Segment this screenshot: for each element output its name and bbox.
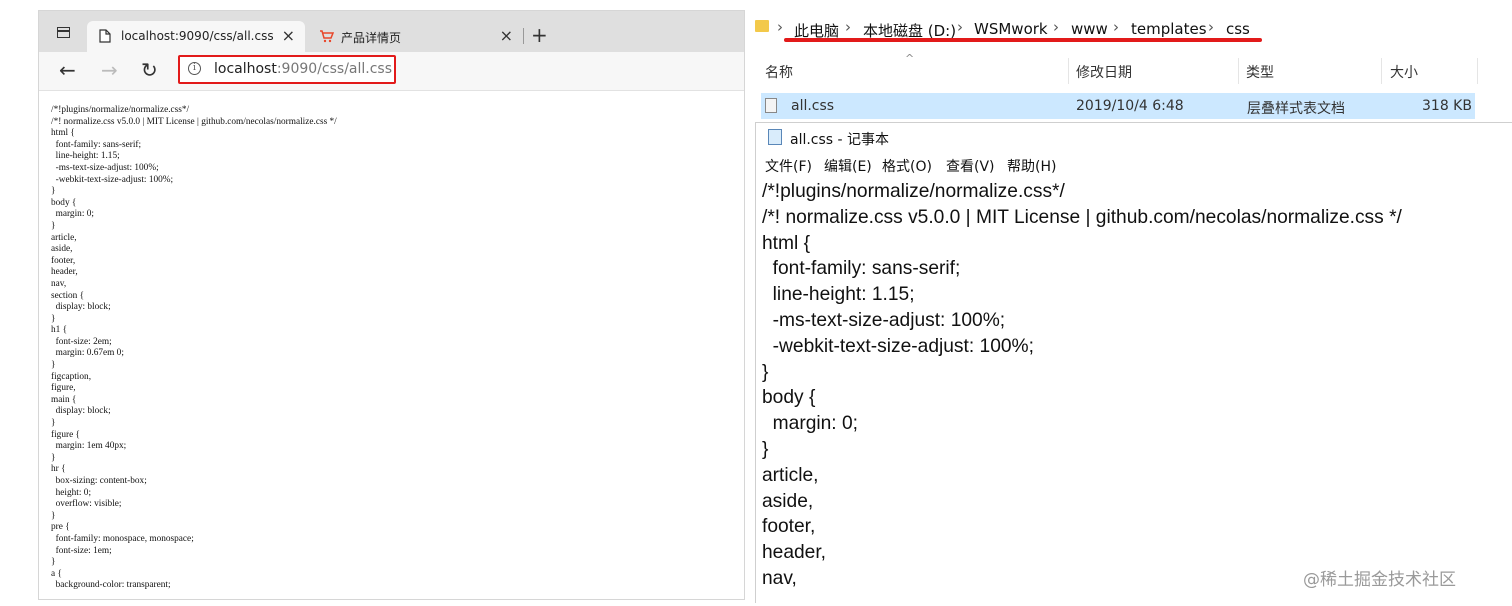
watermark: @稀土掘金技术社区 (1303, 570, 1456, 590)
breadcrumb-css[interactable]: css (1226, 20, 1250, 38)
chevron-right-icon: › (777, 18, 783, 36)
info-icon[interactable]: i (188, 62, 201, 75)
chevron-right-icon: › (1113, 18, 1119, 36)
back-button[interactable]: ← (59, 58, 76, 82)
tab-bar: localhost:9090/css/all.css × 产品详情页 × + (39, 11, 744, 52)
breadcrumb-www[interactable]: www (1071, 20, 1108, 38)
close-tab-icon[interactable]: × (500, 26, 513, 45)
column-modified[interactable]: 修改日期 (1076, 62, 1132, 82)
column-divider[interactable] (1238, 58, 1239, 84)
chevron-right-icon: › (845, 18, 851, 36)
close-tab-icon[interactable]: × (282, 26, 295, 45)
forward-button[interactable]: → (101, 58, 118, 82)
page-content-css: /*!plugins/normalize/normalize.css*/ /*!… (51, 105, 337, 591)
column-size[interactable]: 大小 (1390, 62, 1418, 82)
folder-icon (755, 20, 769, 32)
notepad-window: all.css - 记事本 文件(F) 编辑(E) 格式(O) 查看(V) 帮助… (755, 122, 1512, 603)
notepad-icon (768, 129, 782, 145)
browser-toolbar: ← → ↻ i localhost:9090/css/all.css (39, 52, 744, 91)
file-name: all.css (791, 98, 835, 114)
chevron-right-icon: › (957, 18, 963, 36)
notepad-title: all.css - 记事本 (790, 132, 890, 148)
tab-all-css[interactable]: localhost:9090/css/all.css × (87, 21, 305, 52)
tab-label: localhost:9090/css/all.css (121, 29, 274, 43)
file-size: 318 KB (1422, 98, 1472, 114)
tab-actions-icon[interactable] (57, 27, 70, 38)
menu-file[interactable]: 文件(F) (765, 156, 812, 176)
breadcrumb-wsmwork[interactable]: WSMwork (974, 20, 1048, 38)
column-name[interactable]: 名称 (765, 62, 793, 82)
column-header: 名称 ^ 修改日期 类型 大小 (745, 52, 1512, 86)
css-file-icon (765, 98, 777, 113)
breadcrumb-highlight-underline (784, 38, 1262, 42)
menu-format[interactable]: 格式(O) (882, 156, 932, 176)
file-row-all-css[interactable]: all.css 2019/10/4 6:48 层叠样式表文档 318 KB (761, 93, 1475, 119)
page-icon (99, 29, 111, 46)
tab-divider (523, 28, 524, 44)
tab-label: 产品详情页 (341, 31, 402, 45)
column-divider[interactable] (1068, 58, 1069, 84)
menu-help[interactable]: 帮助(H) (1007, 156, 1056, 176)
reload-button[interactable]: ↻ (141, 58, 158, 82)
column-divider[interactable] (1381, 58, 1382, 84)
breadcrumb: › 此电脑 › 本地磁盘 (D:) › WSMwork › www › temp… (745, 8, 1512, 48)
menu-view[interactable]: 查看(V) (946, 156, 995, 176)
chevron-right-icon: › (1208, 18, 1214, 36)
chevron-right-icon: › (1053, 18, 1059, 36)
cart-icon (319, 29, 335, 46)
sort-ascending-icon: ^ (905, 52, 915, 65)
tab-product-detail[interactable]: 产品详情页 × (307, 21, 523, 52)
file-explorer: › 此电脑 › 本地磁盘 (D:) › WSMwork › www › temp… (745, 0, 1512, 124)
menu-edit[interactable]: 编辑(E) (824, 156, 872, 176)
file-modified: 2019/10/4 6:48 (1076, 98, 1184, 114)
address-bar[interactable]: i localhost:9090/css/all.css (178, 55, 396, 84)
breadcrumb-templates[interactable]: templates (1131, 20, 1207, 38)
file-type: 层叠样式表文档 (1247, 101, 1345, 117)
notepad-text-area[interactable]: /*!plugins/normalize/normalize.css*/ /*!… (756, 179, 1512, 592)
browser-window: localhost:9090/css/all.css × 产品详情页 × + ←… (38, 10, 745, 600)
notepad-menubar: 文件(F) 编辑(E) 格式(O) 查看(V) 帮助(H) (756, 151, 1512, 179)
column-type[interactable]: 类型 (1246, 62, 1274, 82)
notepad-titlebar: all.css - 记事本 (756, 123, 1512, 151)
column-divider[interactable] (1477, 58, 1478, 84)
address-url[interactable]: localhost:9090/css/all.css (214, 61, 392, 77)
new-tab-button[interactable]: + (531, 23, 548, 47)
